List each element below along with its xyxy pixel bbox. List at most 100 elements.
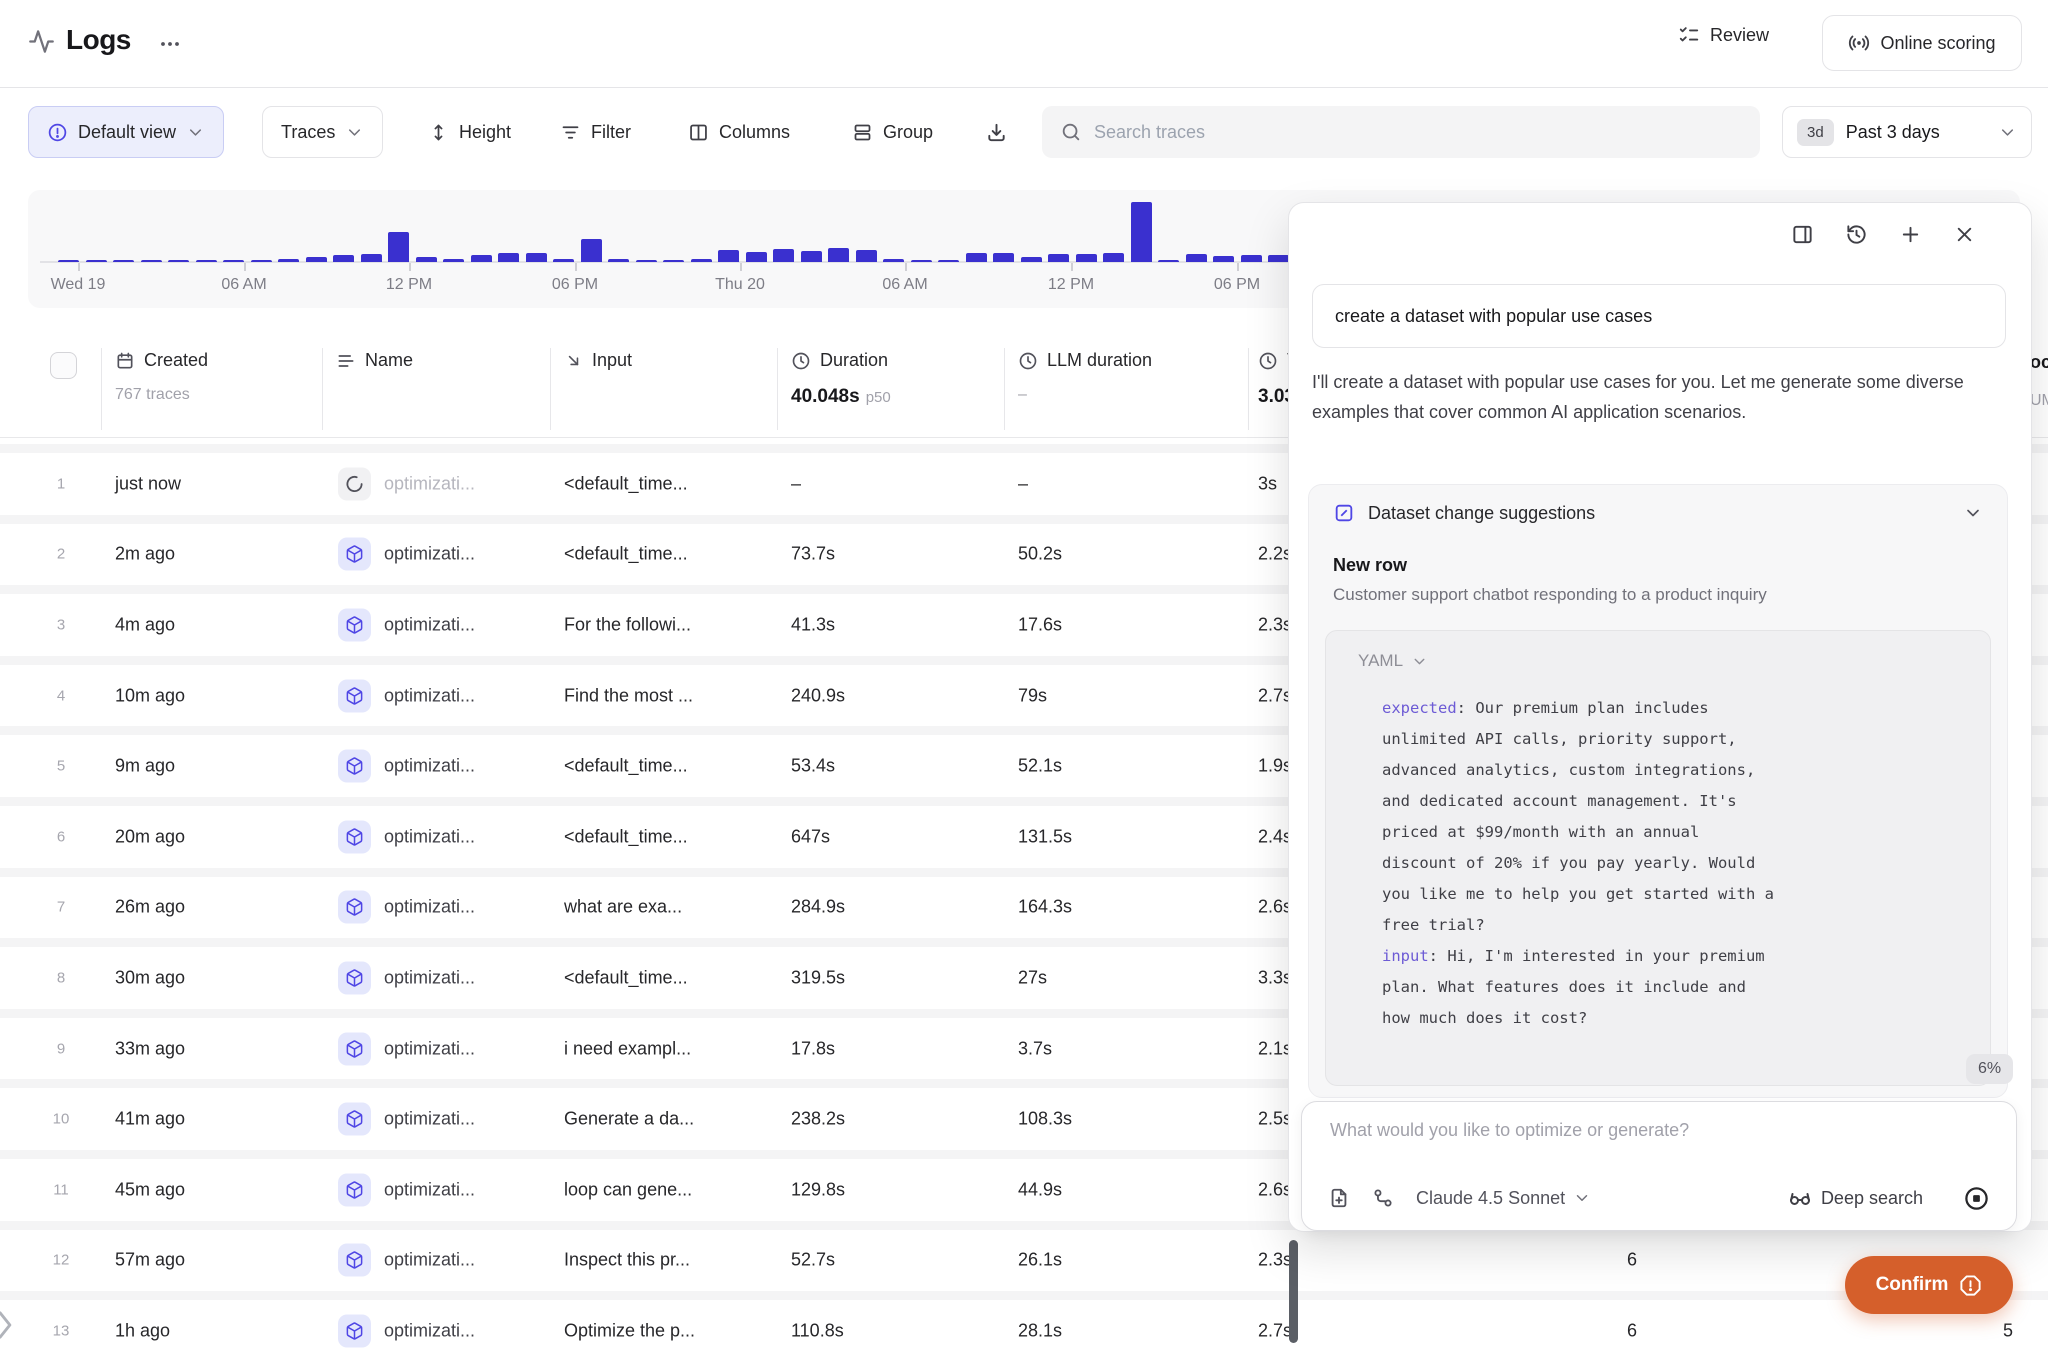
column-label: LLM duration	[1047, 350, 1152, 371]
table-row[interactable]: 131h agooptimizati...Optimize the p...11…	[0, 1291, 2048, 1362]
cell-name: optimizati...	[384, 967, 475, 988]
code-language-label: YAML	[1358, 651, 1403, 671]
composer-input[interactable]	[1330, 1120, 1970, 1141]
table-row-body: 131h agooptimizati...Optimize the p...11…	[0, 1300, 2048, 1362]
histogram-bar	[333, 255, 354, 262]
clock-icon	[1258, 351, 1278, 371]
cell-input: <default_time...	[564, 756, 688, 777]
histogram-bar	[526, 253, 547, 262]
column-header-llm-duration[interactable]: LLM duration –	[1018, 350, 1152, 404]
model-selector[interactable]: Claude 4.5 Sonnet	[1416, 1188, 1591, 1209]
review-button[interactable]: Review	[1678, 24, 1769, 46]
chevron-down-icon	[1573, 1189, 1591, 1207]
select-all-checkbox[interactable]	[50, 352, 77, 379]
column-header-duration[interactable]: Duration 40.048sp50	[791, 350, 891, 408]
chevron-down-icon	[345, 123, 364, 142]
code-line: plan. What features does it include and	[1382, 972, 1774, 1003]
cell-ttft: 2.5s	[1258, 1109, 1292, 1130]
code-language-select[interactable]: YAML	[1358, 651, 1428, 671]
file-plus-icon[interactable]	[1328, 1187, 1350, 1209]
row-number: 4	[38, 687, 84, 704]
filter-button[interactable]: Filter	[560, 106, 631, 158]
histogram-bar	[58, 260, 79, 262]
loading-spinner-icon	[338, 467, 371, 500]
close-icon[interactable]	[1951, 221, 1977, 247]
cell-extra-1: 6	[1608, 1250, 1656, 1271]
row-number: 5	[38, 758, 84, 775]
cell-name: optimizati...	[384, 473, 475, 494]
column-header-name[interactable]: Name	[336, 350, 413, 371]
column-aggregate: –	[1018, 386, 1152, 404]
cell-name: optimizati...	[384, 826, 475, 847]
row-height-button[interactable]: Height	[428, 106, 511, 158]
cell-name: optimizati...	[384, 1250, 475, 1271]
search-box	[1042, 106, 1760, 158]
stop-generation-icon[interactable]	[1963, 1185, 1990, 1212]
row-number: 10	[38, 1111, 84, 1128]
rows-group-icon	[852, 122, 873, 143]
histogram-bar	[581, 239, 602, 262]
cell-name: optimizati...	[384, 1179, 475, 1200]
history-icon[interactable]	[1843, 221, 1869, 247]
cell-llm-duration: 131.5s	[1018, 826, 1072, 847]
object-type-selector[interactable]: Traces	[262, 106, 383, 158]
histogram-bar	[416, 257, 437, 262]
cell-ttft: 2.2s	[1258, 544, 1292, 565]
deep-search-toggle[interactable]: Deep search	[1788, 1186, 1923, 1210]
more-options-icon[interactable]	[158, 32, 182, 56]
cell-ttft: 2.4s	[1258, 826, 1292, 847]
column-label: Input	[592, 350, 632, 371]
cell-ttft: 3s	[1258, 473, 1277, 494]
view-selector-button[interactable]: Default view	[28, 106, 224, 158]
cell-created: just now	[115, 473, 181, 494]
open-side-panel-icon[interactable]	[1789, 221, 1815, 247]
review-label: Review	[1710, 25, 1769, 46]
cell-duration: 647s	[791, 826, 830, 847]
search-input[interactable]	[1094, 122, 1694, 143]
suggestions-accordion-toggle[interactable]: Dataset change suggestions	[1309, 485, 2007, 541]
download-icon	[985, 121, 1008, 144]
cell-input: Generate a da...	[564, 1109, 694, 1130]
cell-duration: 129.8s	[791, 1179, 845, 1200]
arrow-down-right-icon	[564, 351, 583, 370]
new-chat-icon[interactable]	[1897, 221, 1923, 247]
column-divider	[101, 348, 102, 430]
axis-tick-label: 06 AM	[860, 276, 950, 294]
row-number: 11	[38, 1181, 84, 1198]
histogram-bar	[828, 248, 849, 262]
cell-llm-duration: 108.3s	[1018, 1109, 1072, 1130]
axis-tick-label: 06 AM	[199, 276, 289, 294]
online-scoring-button[interactable]: Online scoring	[1822, 15, 2022, 71]
checklist-icon	[1678, 24, 1700, 46]
cell-name: optimizati...	[384, 614, 475, 635]
date-range-selector[interactable]: 3d Past 3 days	[1782, 106, 2032, 158]
column-divider	[550, 348, 551, 430]
workflow-icon[interactable]	[1372, 1187, 1394, 1209]
cell-llm-duration: 52.1s	[1018, 756, 1062, 777]
dataset-suggestions-card: Dataset change suggestions New row Custo…	[1308, 484, 2008, 1098]
header-divider	[0, 87, 2048, 88]
axis-tick-label: Thu 20	[695, 276, 785, 294]
export-button[interactable]	[985, 106, 1008, 158]
confirm-button[interactable]: Confirm	[1845, 1256, 2013, 1314]
cell-input: Inspect this pr...	[564, 1250, 690, 1271]
cell-extra-2: 5	[1986, 1320, 2030, 1341]
columns-button[interactable]: Columns	[688, 106, 790, 158]
histogram-bar	[113, 260, 134, 262]
column-header-input[interactable]: Input	[564, 350, 632, 371]
column-header-created[interactable]: Created 767 traces	[115, 350, 208, 404]
column-label: Name	[365, 350, 413, 371]
cell-input: i need exampl...	[564, 1038, 691, 1059]
group-button[interactable]: Group	[852, 106, 933, 158]
column-divider	[322, 348, 323, 430]
row-number: 8	[38, 969, 84, 986]
histogram-bar	[196, 260, 217, 262]
expand-chevron-icon[interactable]	[0, 1308, 20, 1342]
cell-llm-duration: 27s	[1018, 967, 1047, 988]
cell-ttft: 3.3s	[1258, 967, 1292, 988]
code-line: discount of 20% if you pay yearly. Would	[1382, 848, 1774, 879]
cell-llm-duration: 3.7s	[1018, 1038, 1052, 1059]
vertical-scrollbar-thumb[interactable]	[1289, 1240, 1298, 1343]
cell-llm-duration: 79s	[1018, 685, 1047, 706]
histogram-bar	[1268, 255, 1289, 262]
